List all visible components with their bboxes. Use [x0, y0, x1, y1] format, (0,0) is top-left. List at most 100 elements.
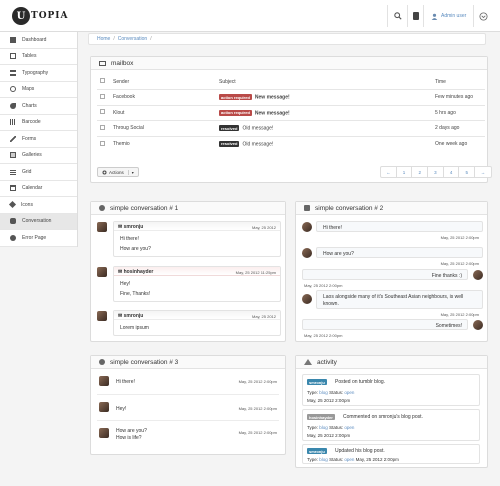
breadcrumb-home[interactable]: Home — [97, 36, 110, 42]
message-bubble: Laos alongside many of it's Southeast As… — [316, 290, 483, 309]
message-time: May, 25 2012 2:00pm — [238, 430, 277, 435]
users-icon — [99, 205, 105, 211]
calendar-icon — [10, 185, 16, 192]
table-row[interactable]: Throug Social resolved Old message! 2 day… — [97, 120, 485, 136]
sidebar-item-grid[interactable]: Grid — [0, 164, 77, 181]
sidebar-item-label: Charts — [22, 102, 37, 109]
avatar — [473, 320, 483, 330]
panel-title: simple conversation # 1 — [110, 204, 179, 212]
chat-icon — [10, 218, 16, 225]
caret-down-icon: ▾ — [127, 169, 134, 175]
pagination-page[interactable]: 5 — [459, 167, 476, 177]
sidebar-item-barcode[interactable]: Barcode — [0, 115, 77, 131]
type-link[interactable]: blog — [319, 457, 328, 462]
row-checkbox[interactable] — [100, 93, 105, 99]
table-row[interactable]: Facebook action required New message! Few… — [97, 89, 485, 105]
pagination: ← 1 2 3 4 5 → — [380, 166, 492, 178]
panel-title: mailbox — [111, 59, 134, 67]
panel-header: mailbox — [91, 57, 487, 70]
activity-meta: Type: blog Status: open — [307, 390, 354, 395]
settings-dropdown[interactable] — [473, 5, 493, 27]
sidebar-item-label: Barcode — [22, 119, 41, 126]
row-checkbox[interactable] — [100, 140, 105, 146]
user-badge[interactable]: smronju — [307, 448, 327, 454]
conversation-1-panel: simple conversation # 1 ✉ smronju May, 2… — [90, 201, 286, 342]
conversation-2-panel: simple conversation # 2 Hi there! May, 2… — [295, 201, 488, 342]
sidebar-item-maps[interactable]: Maps — [0, 82, 77, 98]
meta-label: Type: — [307, 425, 319, 430]
sidebar-item-calendar[interactable]: Calendar — [0, 181, 77, 197]
mail-subject[interactable]: New message! — [255, 110, 290, 116]
user-menu[interactable]: Admin user — [423, 5, 473, 27]
avatar — [99, 402, 109, 412]
meta-label: Type: — [307, 390, 319, 395]
row-checkbox[interactable] — [100, 124, 105, 130]
author-name: hosinhayder — [123, 269, 154, 275]
sidebar-item-label: Calendar — [22, 185, 43, 192]
status-link[interactable]: open — [344, 425, 354, 430]
table-row[interactable]: Themio resolved Old message! One week ago — [97, 135, 485, 152]
message-time: May, 25 2012 2:00pm — [304, 283, 343, 288]
pagination-page[interactable]: 3 — [428, 167, 444, 177]
sidebar-item-dashboard[interactable]: Dashboard — [0, 32, 77, 49]
comments-icon — [304, 205, 310, 211]
table-header-row: Sender Subject Time — [97, 74, 485, 90]
avatar — [97, 267, 107, 277]
type-link[interactable]: blog — [319, 425, 328, 430]
barcode-icon — [10, 119, 16, 126]
sidebar-item-typography[interactable]: Typography — [0, 65, 77, 82]
mail-time: One week ago — [435, 135, 485, 152]
search-button[interactable] — [387, 5, 407, 27]
activity-text: Updated his blog post. — [335, 448, 385, 454]
actions-dropdown[interactable]: Actions ▾ — [97, 167, 139, 177]
sidebar-item-icons[interactable]: Icons — [0, 197, 77, 214]
activity-meta: Type: blog Status: open — [307, 425, 354, 430]
mail-time: 5 hrs ago — [435, 104, 485, 121]
pagination-page[interactable]: 1 — [397, 167, 413, 177]
error-icon — [10, 234, 16, 241]
pagination-next[interactable]: → — [475, 167, 491, 177]
mail-subject[interactable]: New message! — [255, 95, 290, 101]
user-badge[interactable]: hosinhayder — [307, 414, 335, 420]
sidebar-item-error-page[interactable]: Error Page — [0, 230, 77, 247]
row-checkbox[interactable] — [100, 109, 105, 115]
message-line: How are you? — [120, 246, 151, 252]
avatar — [97, 222, 107, 232]
pagination-prev[interactable]: ← — [381, 167, 397, 177]
sidebar-item-charts[interactable]: Charts — [0, 98, 77, 115]
message-line: Fine, Thanks! — [120, 291, 151, 297]
message-bubble: ✉ hosinhayder May, 25 2012 11:25pm Hey! … — [113, 266, 281, 302]
type-link[interactable]: blog — [319, 390, 328, 395]
status-link[interactable]: open — [344, 457, 354, 462]
message-line: Hi there! — [120, 236, 139, 242]
sidebar-item-galleries[interactable]: Galleries — [0, 148, 77, 164]
breadcrumb-current[interactable]: Conversation — [118, 36, 147, 42]
sidebar-item-tables[interactable]: Tables — [0, 49, 77, 65]
search-icon — [393, 12, 402, 20]
sidebar-item-label: Maps — [22, 86, 35, 93]
mail-subject[interactable]: Old message! — [242, 141, 273, 147]
status-link[interactable]: open — [344, 390, 354, 395]
select-all-checkbox[interactable] — [100, 78, 105, 83]
actions-label: Actions — [109, 169, 124, 175]
message-bubble: Hi there! — [316, 221, 483, 232]
notification-button[interactable] — [407, 5, 423, 27]
panel-header: simple conversation # 1 — [91, 202, 285, 215]
user-badge[interactable]: smronju — [307, 379, 327, 385]
sidebar-item-label: Grid — [22, 168, 32, 175]
pagination-page[interactable]: 2 — [412, 167, 429, 177]
panel-title: simple conversation # 2 — [315, 204, 384, 212]
author-name: smronju — [123, 313, 144, 319]
logo[interactable]: U TOPIA — [12, 7, 69, 25]
sidebar-item-label: Conversation — [22, 218, 52, 225]
activity-meta: Type: blog Status: open May, 25 2012 2:0… — [307, 457, 399, 462]
sidebar-item-conversation[interactable]: Conversation — [0, 213, 77, 230]
meta-label: Type: — [307, 457, 319, 462]
user-icon — [431, 13, 438, 20]
sidebar-item-forms[interactable]: Forms — [0, 131, 77, 148]
user-name: Admin user — [441, 13, 467, 19]
sidebar-item-label: Dashboard — [22, 36, 47, 43]
table-row[interactable]: Klout action required New message! 5 hrs … — [97, 104, 485, 121]
pagination-page[interactable]: 4 — [444, 167, 460, 177]
mail-subject[interactable]: Old message! — [242, 126, 273, 132]
